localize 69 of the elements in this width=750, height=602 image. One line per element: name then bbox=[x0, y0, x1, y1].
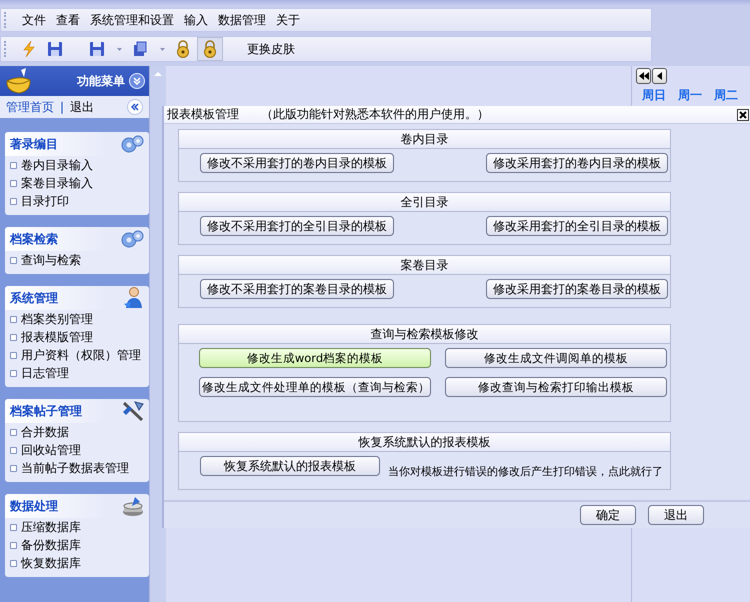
weekday-label: 周日 bbox=[642, 89, 666, 102]
separator-text: | bbox=[60, 100, 64, 114]
home-link[interactable]: 管理首页 bbox=[6, 98, 54, 116]
sidebar-item[interactable]: 备份数据库 bbox=[5, 536, 149, 554]
sidebar-item[interactable]: 当前帖子数据表管理 bbox=[5, 459, 149, 477]
section-title: 著录编目 bbox=[10, 136, 58, 152]
group-title: 卷内目录 bbox=[179, 130, 670, 149]
group-title: 恢复系统默认的报表模板 bbox=[179, 433, 670, 452]
menu-item[interactable]: 数据管理 bbox=[213, 10, 271, 30]
previous-button[interactable] bbox=[652, 68, 667, 84]
group-title: 案卷目录 bbox=[179, 256, 670, 275]
close-button[interactable] bbox=[737, 108, 749, 120]
sidebar-item[interactable]: 恢复数据库 bbox=[5, 554, 149, 572]
menu-item[interactable]: 系统管理和设置 bbox=[85, 10, 179, 30]
menu-item[interactable]: 输入 bbox=[179, 10, 213, 30]
menu-title: 功能菜单 bbox=[77, 72, 126, 90]
sidebar-item[interactable]: 案卷目录输入 bbox=[5, 174, 149, 192]
template-button[interactable]: 修改不采用套打的全引目录的模板 bbox=[200, 216, 394, 236]
section-title: 数据处理 bbox=[10, 498, 58, 514]
section-title: 档案检索 bbox=[10, 230, 58, 248]
hint-text: 当你对模板进行错误的修改后产生打印错误，点此就行了 bbox=[388, 464, 663, 479]
template-button[interactable]: 恢复系统默认的报表模板 bbox=[200, 456, 380, 476]
sidebar-item[interactable]: 目录打印 bbox=[5, 192, 149, 210]
lock-icon[interactable] bbox=[197, 37, 223, 61]
dialog-note: （此版功能针对熟悉本软件的用户使用。） bbox=[261, 106, 489, 123]
sidebar-item[interactable]: 报表模版管理 bbox=[5, 328, 149, 346]
weekday-label: 周一 bbox=[678, 89, 702, 102]
collapse-icon[interactable] bbox=[129, 73, 146, 89]
sidebar-item[interactable]: 日志管理 bbox=[5, 364, 149, 382]
database-icon bbox=[121, 495, 145, 517]
sidebar-item[interactable]: 回收站管理 bbox=[5, 441, 149, 459]
gears-icon bbox=[119, 228, 145, 250]
sidebar-item[interactable]: 合并数据 bbox=[5, 423, 149, 441]
change-skin-button[interactable]: 更换皮肤 bbox=[239, 38, 303, 60]
template-button[interactable]: 修改不采用套打的卷内目录的模板 bbox=[200, 153, 394, 173]
caret-icon bbox=[160, 48, 165, 50]
template-button[interactable]: 修改采用套打的案卷目录的模板 bbox=[486, 279, 668, 299]
sidebar-item[interactable]: 用户资料（权限）管理 bbox=[5, 346, 149, 364]
collapse-left-icon[interactable] bbox=[127, 99, 144, 115]
group-title: 全引目录 bbox=[179, 193, 670, 212]
menu-item[interactable]: 文件 bbox=[17, 10, 51, 30]
template-button[interactable]: 修改生成word档案的模板 bbox=[199, 348, 431, 368]
sidebar-item[interactable]: 卷内目录输入 bbox=[5, 156, 149, 174]
sidebar-item[interactable]: 档案类别管理 bbox=[5, 310, 149, 328]
gears-icon bbox=[119, 133, 145, 155]
template-button[interactable]: 修改采用套打的卷内目录的模板 bbox=[486, 153, 668, 173]
double-left-arrow-icon[interactable] bbox=[638, 72, 648, 80]
dialog-title: 报表模板管理 bbox=[167, 106, 239, 123]
section-title: 档案帖子管理 bbox=[10, 402, 82, 420]
menu-item[interactable]: 关于 bbox=[271, 10, 305, 30]
template-button[interactable]: 修改不采用套打的案卷目录的模板 bbox=[200, 279, 394, 299]
left-arrow-icon[interactable] bbox=[657, 72, 662, 80]
section-title: 系统管理 bbox=[10, 290, 58, 306]
template-button[interactable]: 修改生成文件处理单的模板（查询与检索） bbox=[199, 377, 431, 397]
tools-icon bbox=[121, 400, 145, 422]
exit-link[interactable]: 退出 bbox=[70, 98, 94, 116]
weekday-label: 周二 bbox=[714, 89, 738, 102]
sidebar-item[interactable]: 查询与检索 bbox=[5, 251, 149, 269]
template-button[interactable]: 修改采用套打的全引目录的模板 bbox=[486, 216, 668, 236]
template-button[interactable]: 修改生成文件调阅单的模板 bbox=[445, 348, 667, 368]
template-button[interactable]: 修改查询与检索打印输出模板 bbox=[445, 377, 667, 397]
first-page-button[interactable] bbox=[636, 68, 651, 84]
group-title: 查询与检索模板修改 bbox=[179, 325, 670, 344]
sidebar-item[interactable]: 压缩数据库 bbox=[5, 518, 149, 536]
dialog-button[interactable]: 确定 bbox=[580, 505, 636, 525]
dialog-button[interactable]: 退出 bbox=[648, 505, 704, 525]
caret-icon bbox=[117, 48, 122, 50]
user-icon bbox=[123, 286, 145, 310]
menu-item[interactable]: 查看 bbox=[51, 10, 85, 30]
